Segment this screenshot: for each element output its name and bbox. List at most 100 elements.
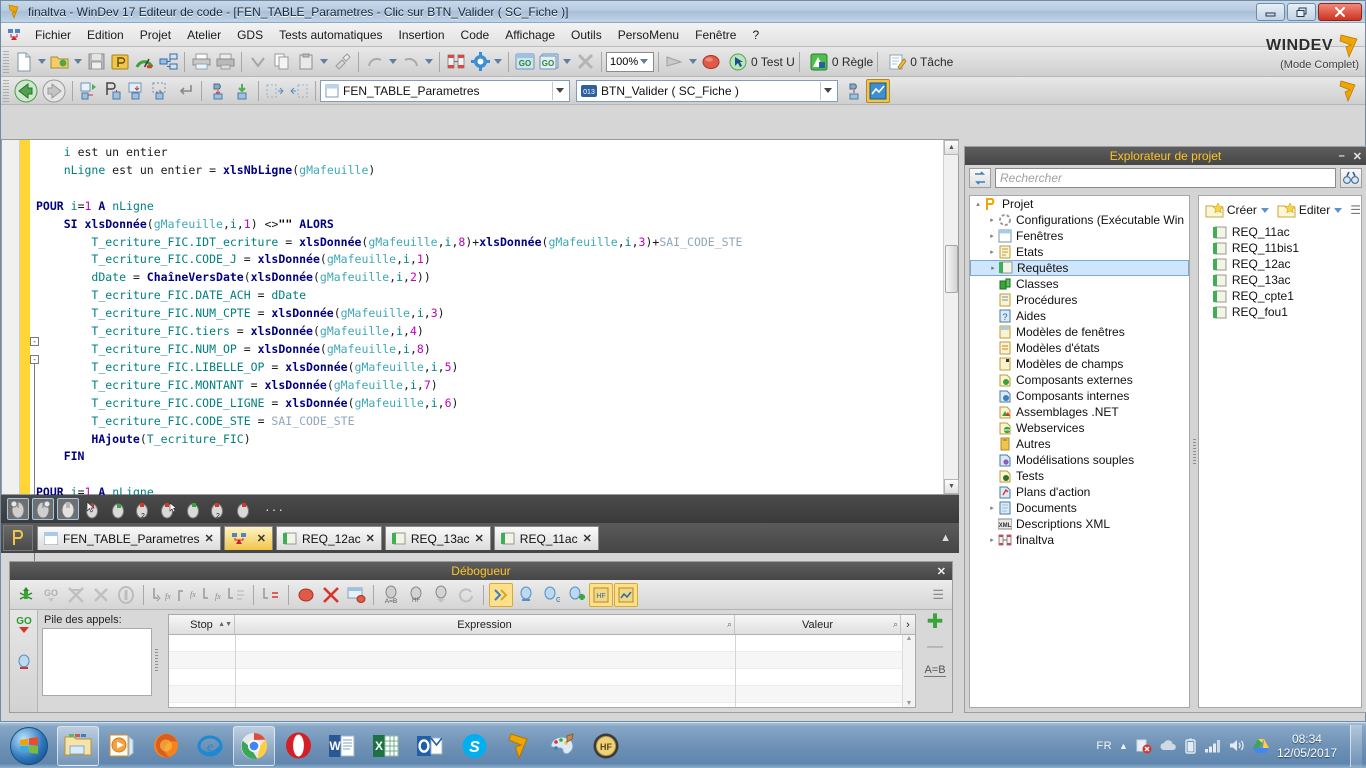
project-save-icon[interactable] [108, 50, 132, 74]
toolbar-grip[interactable] [3, 50, 9, 73]
sort-icon[interactable]: ▲▼ [218, 621, 232, 628]
window-combo-dropdown-icon[interactable] [552, 81, 567, 100]
menu-edition[interactable]: Edition [79, 25, 132, 45]
tree-item-mod-lisations-souples[interactable]: Modélisations souples [970, 452, 1189, 468]
list-item[interactable]: REQ_12ac [1199, 256, 1361, 272]
analysis-icon[interactable] [444, 50, 468, 74]
test-u-status[interactable]: 0 Test U [729, 53, 795, 71]
go-icon[interactable]: GO [12, 613, 36, 637]
taskbar-windev[interactable] [497, 726, 539, 766]
element-hierarchy-icon[interactable] [842, 79, 866, 103]
watch-grid-rows[interactable]: ▲ ▼ [169, 635, 915, 707]
tab-close-icon[interactable]: ✕ [475, 532, 484, 545]
taskbar-media-player[interactable] [101, 726, 143, 766]
new-file-dropdown-icon[interactable] [38, 59, 46, 64]
event-mouse-icon-2[interactable] [32, 498, 54, 520]
event-mouse-icon-3[interactable] [57, 498, 79, 520]
show-desktop-button[interactable] [1350, 724, 1362, 767]
align-right-icon[interactable] [263, 79, 287, 103]
list-options-icon[interactable]: ☰ [1350, 203, 1361, 217]
scroll-down-button[interactable]: ▼ [944, 479, 959, 494]
call-stack-list[interactable] [42, 628, 152, 696]
refresh-icon[interactable] [969, 168, 991, 188]
go-test-multi-icon[interactable]: GO [537, 50, 561, 74]
event-click-right-icon[interactable] [107, 498, 129, 520]
list-item[interactable]: REQ_11bis1 [1199, 240, 1361, 256]
tab-req-11ac[interactable]: REQ_11ac ✕ [493, 526, 599, 550]
tab-close-icon[interactable]: ✕ [205, 532, 214, 545]
taskbar-outlook[interactable] [409, 726, 451, 766]
menu-fenetre[interactable]: Fenêtre [687, 25, 744, 45]
element-combo[interactable]: 013 BTN_Valider ( SC_Fiche ) [576, 79, 838, 102]
tab-close-icon[interactable]: ✕ [583, 532, 592, 545]
search-input[interactable] [1000, 171, 1331, 185]
taskbar-chrome[interactable] [233, 725, 275, 766]
tree-item-requ-tes[interactable]: ▸ Requêtes [970, 260, 1190, 276]
volume-icon[interactable] [1228, 738, 1245, 753]
breakpoint-conditional-icon[interactable] [344, 583, 368, 607]
code-editor[interactable]: - - - i est un entier nLigne est un enti… [1, 139, 959, 597]
watch-grid-scrollbar[interactable]: ▲ ▼ [902, 635, 915, 707]
event-double-click-icon[interactable]: 2 [132, 498, 154, 520]
step-out-fx-icon[interactable]: fx [199, 583, 223, 607]
explorer-close-icon[interactable]: ✕ [1353, 150, 1362, 163]
tree-expander-icon[interactable]: ▸ [987, 264, 999, 272]
record-icon[interactable] [699, 50, 723, 74]
taskbar-skype[interactable]: S [453, 726, 495, 766]
align-left-icon[interactable] [287, 79, 311, 103]
create-dropdown-icon[interactable] [1260, 207, 1269, 213]
goto-element-icon[interactable] [101, 79, 125, 103]
binoculars-search-icon[interactable] [1340, 168, 1362, 188]
show-hidden-icons-icon[interactable]: ▲ [1119, 741, 1128, 751]
menu-persomenu[interactable]: PersoMenu [610, 25, 687, 45]
language-indicator[interactable]: FR [1096, 740, 1112, 752]
explorer-splitter[interactable] [1190, 195, 1198, 708]
breakpoint-remove-all-icon[interactable] [319, 583, 343, 607]
run-to-cursor-icon[interactable] [259, 583, 283, 607]
new-file-icon[interactable] [12, 50, 36, 74]
menu-code[interactable]: Code [453, 25, 498, 45]
format-painter-icon[interactable] [330, 50, 354, 74]
step-to-line-icon[interactable] [224, 583, 248, 607]
debug-stop-all-icon[interactable] [64, 583, 88, 607]
code-browse-icon[interactable] [866, 78, 890, 103]
tree-item-projet[interactable]: ▴ Projet [970, 196, 1189, 212]
tab-req-12ac[interactable]: REQ_12ac ✕ [275, 526, 382, 550]
tree-expander-icon[interactable]: ▸ [986, 232, 998, 240]
table-row[interactable] [169, 635, 915, 652]
code-text[interactable]: i est un entier nLigne est un entier = x… [36, 144, 940, 502]
open-folder-dropdown-icon[interactable] [74, 59, 82, 64]
clock[interactable]: 08:34 12/05/2017 [1277, 732, 1337, 760]
restore-button[interactable] [1287, 3, 1316, 21]
hierarchy-down-icon[interactable] [230, 79, 254, 103]
column-stop[interactable]: Stop ▲▼ [169, 615, 235, 634]
undo-chevron-icon[interactable] [246, 50, 270, 74]
remove-watch-button[interactable]: — [927, 638, 943, 656]
edit-button[interactable]: Editer [1275, 201, 1346, 220]
back-arrow-icon[interactable] [12, 78, 40, 104]
explorer-minimize-icon[interactable]: – [1339, 150, 1345, 163]
debug-clear-icon[interactable] [89, 583, 113, 607]
return-icon[interactable] [173, 79, 197, 103]
tree-item-composants-internes[interactable]: Composants internes [970, 388, 1189, 404]
tree-item-proc-dures[interactable]: Procédures [970, 292, 1189, 308]
tree-item-assemblages-net[interactable]: Assemblages .NET [970, 404, 1189, 420]
performance-gauge-icon[interactable] [132, 50, 156, 74]
network-warning-icon[interactable] [1135, 738, 1152, 754]
tabbar-collapse-button[interactable]: ▲ [940, 532, 951, 544]
search-icon[interactable]: ⌕ [893, 620, 898, 629]
tree-item-plans-d-action[interactable]: Plans d'action [970, 484, 1189, 500]
redo-arrow-icon[interactable] [399, 50, 423, 74]
gear-dropdown-icon[interactable] [494, 59, 502, 64]
menu-tests-automatiques[interactable]: Tests automatiques [271, 25, 390, 45]
scroll-up-button[interactable]: ▲ [944, 140, 959, 155]
nav-toolbar-grip[interactable] [3, 79, 9, 102]
menu-insertion[interactable]: Insertion [391, 25, 453, 45]
window-combo[interactable]: FEN_TABLE_Parametres [320, 79, 570, 102]
debug-inspect-icon[interactable] [514, 583, 538, 607]
tree-item-descriptions-xml[interactable]: XML Descriptions XML [970, 516, 1189, 532]
taskbar-paint[interactable] [541, 726, 583, 766]
debug-trace-icon[interactable] [489, 582, 513, 607]
debugger-close-icon[interactable]: ✕ [937, 565, 946, 578]
debug-go-icon[interactable]: GO [39, 583, 63, 607]
